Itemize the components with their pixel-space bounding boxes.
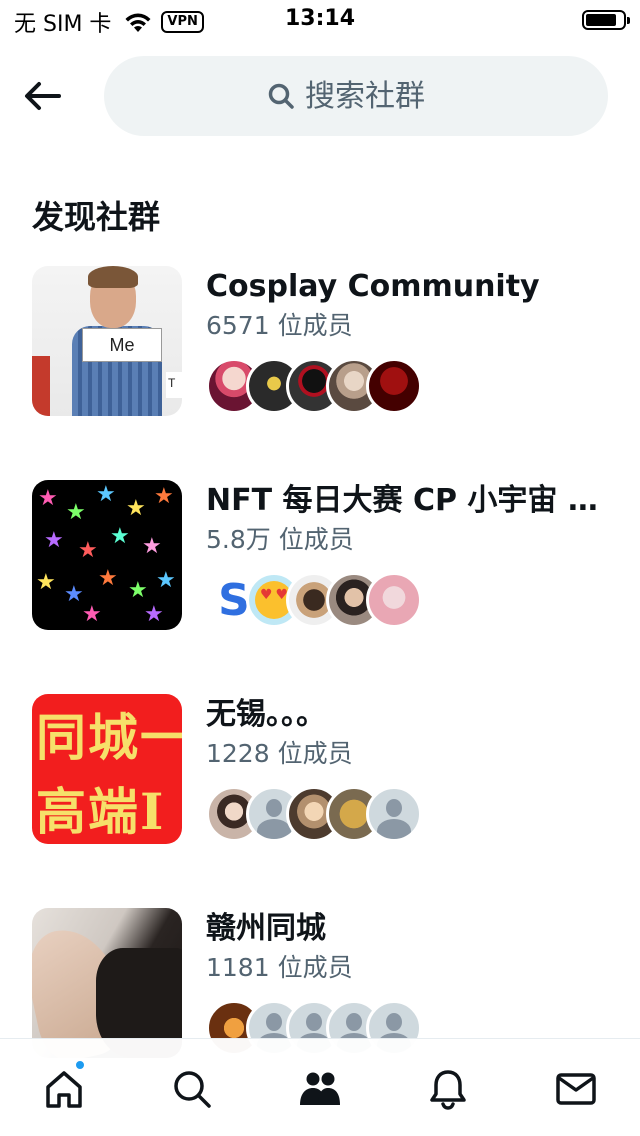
tab-messages[interactable]: [544, 1067, 608, 1117]
star-icon: ★: [82, 602, 102, 627]
section-title: 发现社群: [32, 198, 161, 236]
search-icon: [174, 1071, 211, 1108]
community-info: Cosplay Community 6571 位成员: [206, 266, 616, 414]
community-item[interactable]: ★ ★ ★ ★ ★ ★ ★ ★ ★ ★ ★ ★ ★ ★ ★ ★ NFT 每日大赛…: [0, 480, 640, 694]
star-icon: ★: [154, 484, 174, 509]
community-name: NFT 每日大赛 CP 小宇宙 B...: [206, 483, 616, 518]
avatar: [366, 358, 422, 414]
member-count: 1181 位成员: [206, 953, 353, 982]
community-thumbnail: 同城一 高端I: [32, 694, 182, 844]
community-name: 赣州同城: [206, 911, 326, 946]
tab-bar: [0, 1038, 640, 1136]
member-count: 1228 位成员: [206, 739, 353, 768]
star-icon: ★: [36, 570, 56, 595]
thumbnail-label: Me: [82, 328, 162, 362]
back-button[interactable]: [20, 74, 64, 118]
battery-icon: [582, 10, 630, 30]
avatar: [366, 786, 422, 842]
star-icon: ★: [126, 496, 146, 521]
search-icon: [268, 83, 294, 109]
status-bar: 无 SIM 卡 VPN 13:14: [0, 0, 640, 40]
member-count: 5.8万 位成员: [206, 525, 354, 554]
star-icon: ★: [156, 568, 176, 593]
community-list: Me T Cosplay Community 6571 位成员 ★ ★ ★ ★ …: [0, 266, 640, 1122]
star-icon: ★: [44, 528, 64, 553]
notification-dot: [74, 1059, 86, 1071]
star-icon: ★: [96, 482, 116, 507]
thumbnail-text: 高端I: [36, 782, 166, 841]
thumbnail-shape: [32, 356, 50, 416]
star-icon: ★: [98, 566, 118, 591]
member-avatars: [206, 358, 616, 414]
tab-communities[interactable]: [288, 1067, 352, 1117]
member-avatars: [206, 786, 616, 842]
search-bar[interactable]: [104, 56, 608, 136]
tab-search[interactable]: [160, 1067, 224, 1117]
community-item[interactable]: Me T Cosplay Community 6571 位成员: [0, 266, 640, 480]
star-icon: ★: [38, 486, 58, 511]
search-input[interactable]: [305, 78, 445, 114]
star-icon: ★: [128, 578, 148, 603]
star-icon: ★: [142, 534, 162, 559]
messages-icon: [556, 1073, 596, 1105]
notifications-icon: [430, 1070, 466, 1110]
member-count: 6571 位成员: [206, 311, 353, 340]
star-icon: ★: [64, 582, 84, 607]
community-name: 无锡。。。: [206, 697, 326, 732]
tab-notifications[interactable]: [416, 1067, 480, 1117]
member-avatars: S: [206, 572, 616, 628]
communities-icon: [300, 1072, 340, 1105]
star-icon: ★: [110, 524, 130, 549]
community-thumbnail: Me T: [32, 266, 182, 416]
home-icon: [46, 1071, 82, 1108]
community-thumbnail: ★ ★ ★ ★ ★ ★ ★ ★ ★ ★ ★ ★ ★ ★ ★ ★: [32, 480, 182, 630]
thumbnail-label-partial: T: [166, 372, 182, 398]
avatar: [366, 572, 422, 628]
star-icon: ★: [144, 602, 164, 627]
clock: 13:14: [284, 6, 356, 31]
community-info: 赣州同城 1181 位成员: [206, 908, 616, 1056]
community-item[interactable]: 同城一 高端I 无锡。。。 1228 位成员: [0, 694, 640, 908]
star-icon: ★: [66, 500, 86, 525]
star-icon: ★: [78, 538, 98, 563]
tab-home[interactable]: [32, 1059, 96, 1117]
community-info: NFT 每日大赛 CP 小宇宙 B... 5.8万 位成员 S: [206, 480, 616, 628]
thumbnail-text: 同城一: [36, 708, 182, 767]
community-thumbnail: [32, 908, 182, 1058]
community-name: Cosplay Community: [206, 269, 540, 304]
arrow-left-icon: [25, 82, 61, 110]
thumbnail-shape: [88, 266, 138, 288]
community-info: 无锡。。。 1228 位成员: [206, 694, 616, 842]
